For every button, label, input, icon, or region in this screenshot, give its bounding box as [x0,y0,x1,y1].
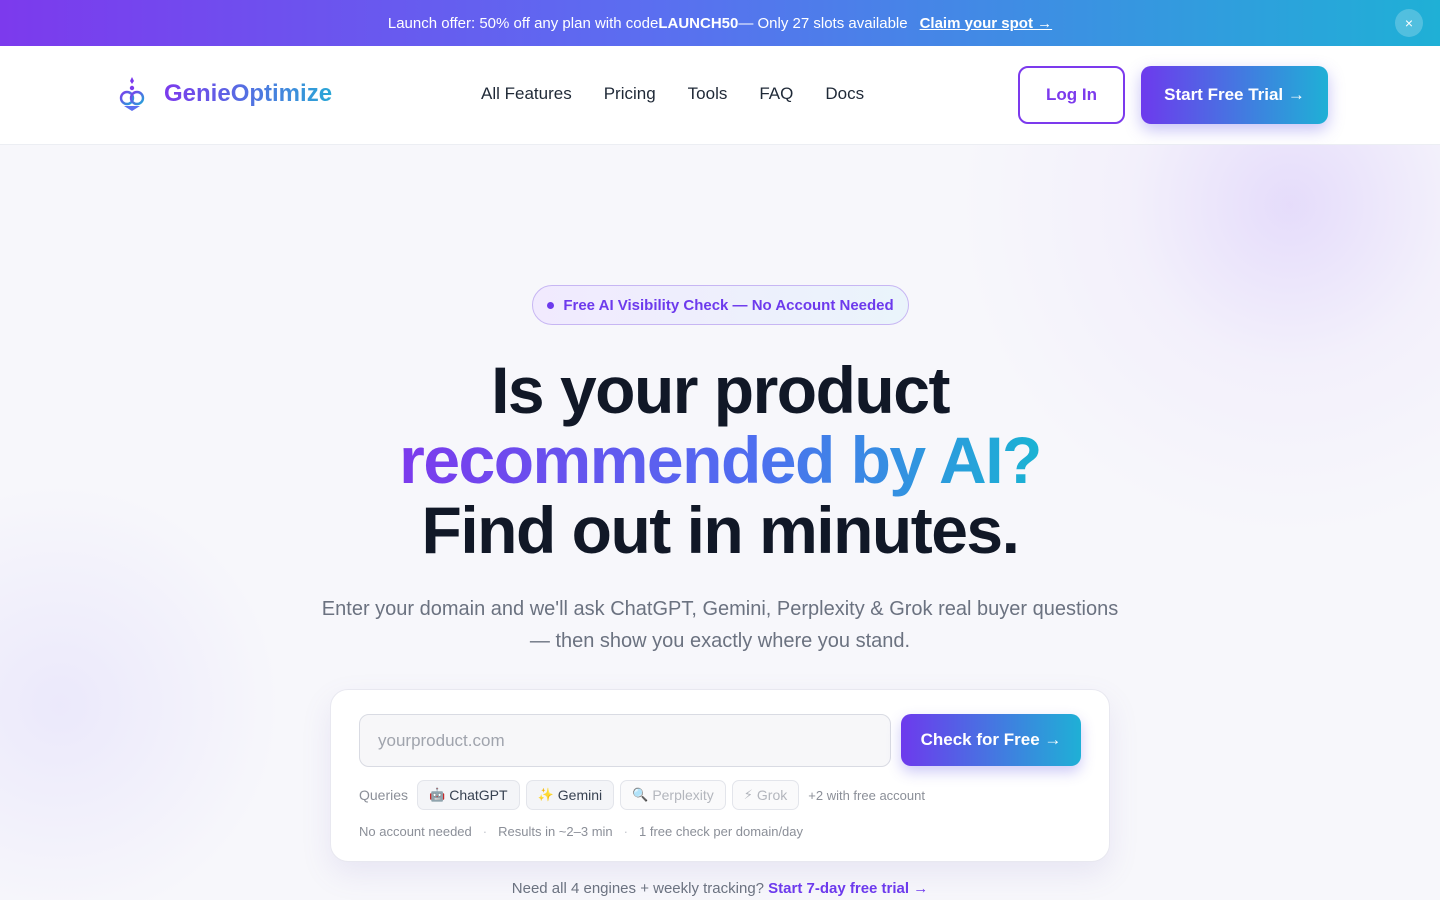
announcement-text: Launch offer: 50% off any plan with code [387,14,659,32]
engine-chip-grok[interactable]: ⚡ Grok [731,780,800,810]
nav-tools[interactable]: Tools [688,84,728,104]
meta-separator: · [482,824,488,839]
headline-highlight: recommended by AI? [399,423,1042,497]
query-engines: Queries 🤖 ChatGPT ✨ Gemini 🔍 Perplexity … [359,780,925,810]
meta-check-limit: 1 free check per domain/day [638,824,804,839]
meta-separator: · [623,824,628,839]
headline-line-2: recommended by AI? [0,425,1440,495]
brand-logo[interactable]: GenieOptimize [116,76,332,112]
nav-faq[interactable]: FAQ [759,84,793,104]
badge-dot-icon [547,301,555,309]
check-meta-info: No account needed · Results in ~2–3 min … [359,824,803,839]
site-header: GenieOptimize All Features Pricing Tools… [0,46,1440,145]
trial-cta-line: Need all 4 engines + weekly tracking? St… [0,880,1440,897]
login-button[interactable]: Log In [1018,66,1125,124]
claim-spot-link[interactable]: Claim your spot → [920,15,1053,32]
genie-lamp-logo-icon [119,77,145,111]
badge-text: Free AI Visibility Check — No Account Ne… [563,296,894,314]
engine-chip-label: Perplexity [652,787,714,803]
sparkles-icon: ✨ [537,787,554,802]
start-free-trial-button[interactable]: Start Free Trial → [1141,66,1328,124]
start-7-day-trial-link[interactable]: Start 7-day free trial → [768,880,928,897]
engine-chip-label: Grok [756,787,788,803]
nav-all-features[interactable]: All Features [481,84,572,104]
free-check-badge: Free AI Visibility Check — No Account Ne… [532,285,909,325]
robot-icon: 🤖 [429,787,446,802]
domain-check-card: Check for Free → Queries 🤖 ChatGPT ✨ Gem… [330,689,1110,862]
engine-chip-perplexity[interactable]: 🔍 Perplexity [620,780,726,810]
more-engines-note: +2 with free account [808,787,925,803]
hero-section: Free AI Visibility Check — No Account Ne… [0,145,1440,900]
lightning-icon: ⚡ [743,787,753,802]
meta-results-time: Results in ~2–3 min [498,824,613,839]
engine-chip-label: Gemini [557,787,603,803]
domain-input[interactable] [359,714,891,767]
main-nav: All Features Pricing Tools FAQ Docs [481,84,896,104]
announcement-bar: Launch offer: 50% off any plan with code… [0,0,1440,46]
brand-name: GenieOptimize [164,80,333,107]
announcement-slots: — Only 27 slots available [738,14,908,32]
engine-chip-chatgpt[interactable]: 🤖 ChatGPT [417,780,520,810]
promo-code: LAUNCH50 [658,14,739,32]
headline-line-1: Is your product [491,353,950,427]
meta-no-account: No account needed [359,824,472,839]
nav-docs[interactable]: Docs [825,84,864,104]
magnifier-icon: 🔍 [632,787,649,802]
trial-cta-text: Need all 4 engines + weekly tracking? [511,880,769,897]
engine-chip-label: ChatGPT [449,787,508,803]
queries-label: Queries [359,787,409,803]
close-icon[interactable]: × [1395,9,1423,37]
headline-line-3: Find out in minutes. [421,493,1020,567]
nav-pricing[interactable]: Pricing [604,84,656,104]
check-for-free-button[interactable]: Check for Free → [901,714,1081,766]
engine-chip-gemini[interactable]: ✨ Gemini [525,780,615,810]
hero-subtitle: Enter your domain and we'll ask ChatGPT,… [321,598,1119,652]
